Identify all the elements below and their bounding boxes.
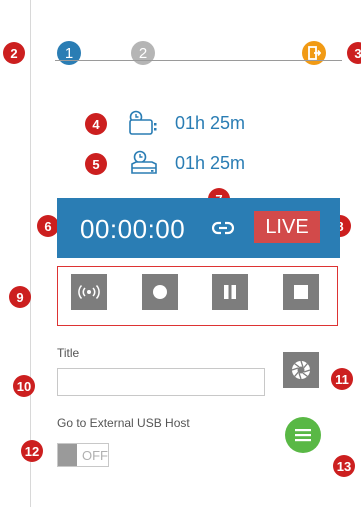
toggle-state-text: OFF	[82, 447, 108, 463]
menu-icon	[295, 429, 311, 442]
usb-host-toggle[interactable]: OFF	[57, 443, 109, 467]
callout-marker-10: 10	[13, 375, 35, 397]
external-drive-clock-icon	[131, 150, 157, 174]
link-icon[interactable]	[212, 221, 234, 235]
local-storage-time: 01h 25m	[175, 112, 246, 133]
callout-marker-12: 12	[21, 440, 43, 462]
toggle-knob	[58, 444, 77, 466]
panel-border	[30, 0, 31, 507]
live-button[interactable]: LIVE	[254, 211, 320, 243]
external-storage-time: 01h 25m	[175, 152, 246, 173]
external-storage-row: 01h 25m	[127, 150, 245, 176]
exit-icon	[308, 46, 321, 60]
local-storage-row: 01h 25m	[127, 110, 245, 136]
local-storage-clock-icon	[129, 110, 157, 135]
callout-marker-6: 6	[37, 215, 59, 237]
usb-host-label: Go to External USB Host	[57, 416, 190, 430]
camera-button[interactable]	[283, 352, 319, 388]
callout-marker-13: 13	[333, 455, 355, 477]
broadcast-button[interactable]	[71, 274, 107, 310]
record-button[interactable]	[142, 274, 178, 310]
pause-button[interactable]	[212, 274, 248, 310]
callout-marker-2: 2	[3, 42, 25, 64]
title-input[interactable]	[57, 368, 265, 396]
camera-aperture-icon	[291, 360, 311, 380]
menu-button[interactable]	[285, 417, 321, 453]
title-label: Title	[57, 346, 80, 360]
callout-marker-11: 11	[331, 368, 353, 390]
callout-marker-5: 5	[85, 153, 107, 175]
record-icon	[153, 285, 167, 299]
header-divider	[55, 60, 342, 61]
pause-icon	[224, 285, 236, 299]
stop-button[interactable]	[283, 274, 319, 310]
exit-button[interactable]	[302, 41, 326, 65]
step-1-button[interactable]: 1	[57, 41, 81, 65]
callout-marker-9: 9	[9, 286, 31, 308]
stop-icon	[294, 285, 308, 299]
step-2-button[interactable]: 2	[131, 41, 155, 65]
broadcast-icon	[78, 284, 100, 300]
elapsed-timer: 00:00:00	[80, 214, 186, 244]
callout-marker-4: 4	[85, 113, 107, 135]
